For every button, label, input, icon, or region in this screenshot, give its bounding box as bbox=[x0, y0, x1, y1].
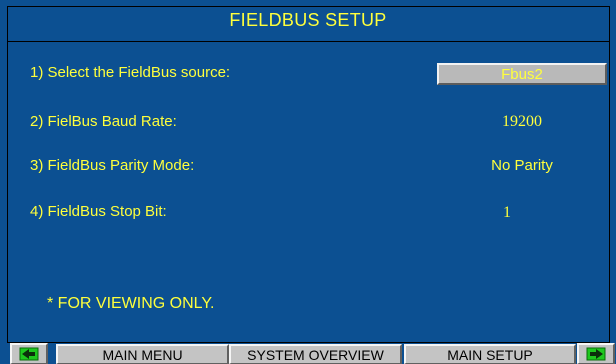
screen-frame bbox=[7, 6, 610, 343]
left-arrow-icon bbox=[19, 347, 39, 361]
next-screen-button[interactable] bbox=[577, 343, 615, 364]
title-divider bbox=[7, 41, 610, 42]
stop-bit-label: 4) FieldBus Stop Bit: bbox=[30, 203, 167, 220]
main-menu-button[interactable]: MAIN MENU bbox=[56, 344, 229, 364]
system-overview-button[interactable]: SYSTEM OVERVIEW bbox=[229, 344, 402, 364]
baud-rate-value: 19200 bbox=[502, 113, 542, 130]
parity-mode-value: No Parity bbox=[491, 157, 553, 174]
main-setup-button[interactable]: MAIN SETUP bbox=[404, 344, 576, 364]
baud-rate-label: 2) FielBus Baud Rate: bbox=[30, 113, 177, 130]
page-title: FIELDBUS SETUP bbox=[229, 10, 387, 30]
right-arrow-icon bbox=[586, 347, 606, 361]
parity-mode-label: 3) FieldBus Parity Mode: bbox=[30, 157, 195, 174]
fieldbus-setup-screen: FIELDBUS SETUP 1) Select the FieldBus so… bbox=[0, 0, 616, 364]
fieldbus-source-button[interactable]: Fbus2 bbox=[437, 63, 607, 85]
prev-screen-button[interactable] bbox=[10, 343, 48, 364]
source-label: 1) Select the FieldBus source: bbox=[30, 64, 231, 81]
stop-bit-value: 1 bbox=[503, 204, 511, 221]
viewing-only-note: * FOR VIEWING ONLY. bbox=[47, 295, 215, 312]
